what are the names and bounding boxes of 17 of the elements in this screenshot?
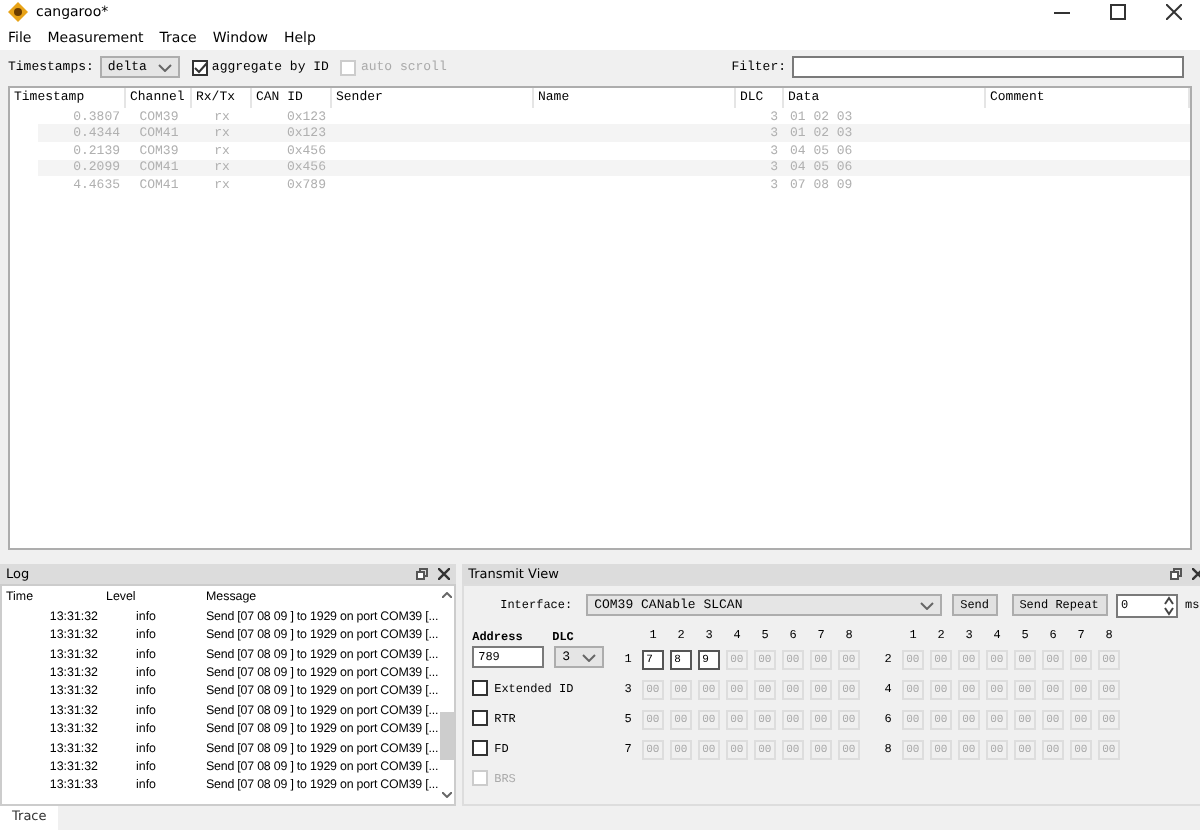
kangaroo-logo-icon <box>8 2 28 23</box>
chevron-icon <box>157 63 172 72</box>
close-icon[interactable] <box>1166 4 1182 21</box>
chevron-icon <box>582 653 597 662</box>
checkbox[interactable] <box>472 740 489 757</box>
checkbox[interactable] <box>472 710 489 727</box>
checkbox[interactable] <box>191 59 208 76</box>
checkmark-icon <box>193 61 206 74</box>
float-icon[interactable] <box>416 567 429 580</box>
maximize-icon[interactable] <box>1110 4 1126 21</box>
close-icon[interactable] <box>1191 567 1200 580</box>
checkbox[interactable] <box>472 680 489 697</box>
spin-arrows-icon <box>1163 595 1174 616</box>
filter-field[interactable] <box>792 56 1184 79</box>
chevron-icon <box>920 601 935 610</box>
close-icon[interactable] <box>438 567 451 580</box>
float-icon[interactable] <box>1169 567 1182 580</box>
